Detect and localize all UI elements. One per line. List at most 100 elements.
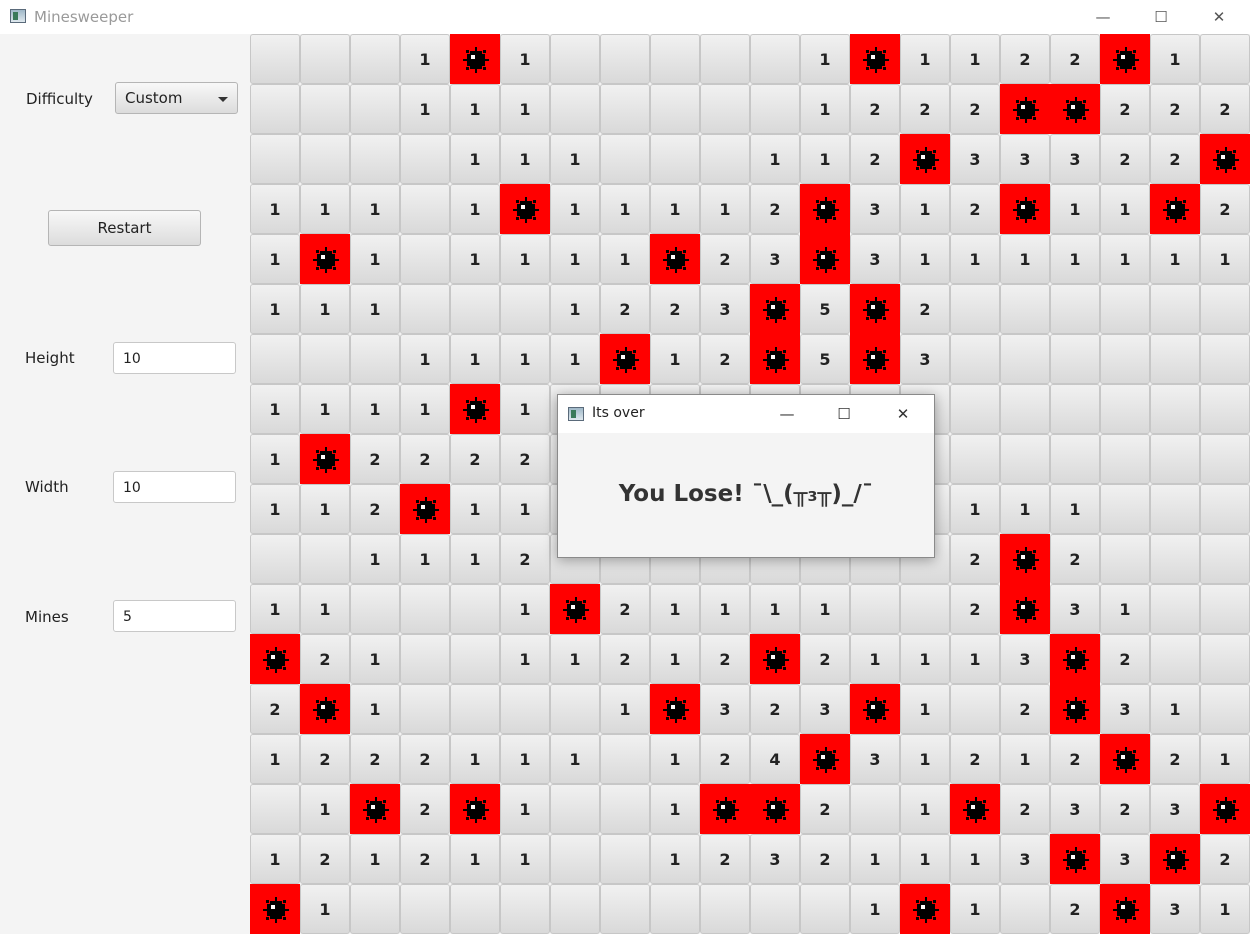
number-cell[interactable]: 1	[900, 34, 950, 84]
empty-cell[interactable]	[250, 784, 300, 834]
empty-cell[interactable]	[400, 684, 450, 734]
number-cell[interactable]: 2	[1000, 784, 1050, 834]
number-cell[interactable]: 5	[800, 284, 850, 334]
number-cell[interactable]: 1	[350, 834, 400, 884]
empty-cell[interactable]	[400, 584, 450, 634]
mines-field[interactable]: 5	[113, 600, 236, 632]
number-cell[interactable]: 1	[550, 634, 600, 684]
number-cell[interactable]: 2	[950, 734, 1000, 784]
mine-cell[interactable]	[350, 784, 400, 834]
empty-cell[interactable]	[600, 834, 650, 884]
number-cell[interactable]: 1	[250, 284, 300, 334]
mine-cell[interactable]	[1150, 834, 1200, 884]
number-cell[interactable]: 1	[800, 34, 850, 84]
empty-cell[interactable]	[700, 884, 750, 934]
empty-cell[interactable]	[1000, 284, 1050, 334]
number-cell[interactable]: 1	[900, 234, 950, 284]
mine-cell[interactable]	[300, 234, 350, 284]
number-cell[interactable]: 1	[250, 834, 300, 884]
empty-cell[interactable]	[500, 284, 550, 334]
empty-cell[interactable]	[1050, 284, 1100, 334]
empty-cell[interactable]	[300, 334, 350, 384]
mine-cell[interactable]	[1000, 584, 1050, 634]
number-cell[interactable]: 1	[450, 534, 500, 584]
number-cell[interactable]: 1	[350, 384, 400, 434]
number-cell[interactable]: 1	[950, 484, 1000, 534]
number-cell[interactable]: 1	[1150, 34, 1200, 84]
number-cell[interactable]: 1	[950, 234, 1000, 284]
mine-cell[interactable]	[950, 784, 1000, 834]
number-cell[interactable]: 1	[1050, 184, 1100, 234]
number-cell[interactable]: 2	[250, 684, 300, 734]
number-cell[interactable]: 2	[950, 584, 1000, 634]
mine-cell[interactable]	[300, 684, 350, 734]
number-cell[interactable]: 1	[1100, 584, 1150, 634]
number-cell[interactable]: 1	[850, 834, 900, 884]
number-cell[interactable]: 1	[450, 734, 500, 784]
restart-button[interactable]: Restart	[48, 210, 201, 246]
empty-cell[interactable]	[1000, 334, 1050, 384]
number-cell[interactable]: 1	[1000, 734, 1050, 784]
empty-cell[interactable]	[1150, 584, 1200, 634]
mine-cell[interactable]	[850, 334, 900, 384]
empty-cell[interactable]	[1050, 384, 1100, 434]
number-cell[interactable]: 2	[400, 784, 450, 834]
number-cell[interactable]: 1	[400, 34, 450, 84]
number-cell[interactable]: 3	[900, 334, 950, 384]
number-cell[interactable]: 1	[800, 134, 850, 184]
empty-cell[interactable]	[800, 884, 850, 934]
number-cell[interactable]: 3	[1000, 834, 1050, 884]
number-cell[interactable]: 2	[700, 834, 750, 884]
empty-cell[interactable]	[1050, 334, 1100, 384]
number-cell[interactable]: 2	[1150, 734, 1200, 784]
number-cell[interactable]: 1	[500, 484, 550, 534]
number-cell[interactable]: 1	[500, 134, 550, 184]
number-cell[interactable]: 1	[600, 684, 650, 734]
empty-cell[interactable]	[1200, 684, 1250, 734]
number-cell[interactable]: 1	[400, 534, 450, 584]
dialog-minimize-icon[interactable]: —	[769, 401, 805, 427]
number-cell[interactable]: 1	[300, 784, 350, 834]
empty-cell[interactable]	[950, 684, 1000, 734]
number-cell[interactable]: 2	[700, 634, 750, 684]
empty-cell[interactable]	[1200, 34, 1250, 84]
number-cell[interactable]: 2	[850, 84, 900, 134]
mine-cell[interactable]	[450, 784, 500, 834]
number-cell[interactable]: 2	[300, 734, 350, 784]
number-cell[interactable]: 1	[400, 384, 450, 434]
number-cell[interactable]: 1	[550, 284, 600, 334]
number-cell[interactable]: 1	[550, 734, 600, 784]
mine-cell[interactable]	[650, 684, 700, 734]
empty-cell[interactable]	[350, 884, 400, 934]
number-cell[interactable]: 2	[1100, 784, 1150, 834]
number-cell[interactable]: 2	[350, 734, 400, 784]
number-cell[interactable]: 1	[650, 334, 700, 384]
number-cell[interactable]: 1	[650, 834, 700, 884]
number-cell[interactable]: 1	[900, 634, 950, 684]
mine-cell[interactable]	[750, 634, 800, 684]
mine-cell[interactable]	[300, 434, 350, 484]
empty-cell[interactable]	[1200, 534, 1250, 584]
number-cell[interactable]: 2	[1100, 634, 1150, 684]
mine-cell[interactable]	[1100, 734, 1150, 784]
number-cell[interactable]: 1	[450, 834, 500, 884]
empty-cell[interactable]	[1150, 634, 1200, 684]
number-cell[interactable]: 1	[350, 684, 400, 734]
number-cell[interactable]: 3	[750, 234, 800, 284]
number-cell[interactable]: 1	[600, 184, 650, 234]
empty-cell[interactable]	[550, 834, 600, 884]
maximize-icon[interactable]: ☐	[1141, 4, 1181, 30]
number-cell[interactable]: 3	[850, 184, 900, 234]
mine-cell[interactable]	[750, 284, 800, 334]
number-cell[interactable]: 1	[300, 584, 350, 634]
number-cell[interactable]: 1	[1000, 234, 1050, 284]
empty-cell[interactable]	[1150, 434, 1200, 484]
number-cell[interactable]: 2	[350, 434, 400, 484]
mine-cell[interactable]	[1000, 534, 1050, 584]
number-cell[interactable]: 1	[800, 84, 850, 134]
number-cell[interactable]: 2	[500, 434, 550, 484]
number-cell[interactable]: 1	[650, 734, 700, 784]
number-cell[interactable]: 2	[1000, 684, 1050, 734]
empty-cell[interactable]	[700, 34, 750, 84]
empty-cell[interactable]	[1200, 284, 1250, 334]
